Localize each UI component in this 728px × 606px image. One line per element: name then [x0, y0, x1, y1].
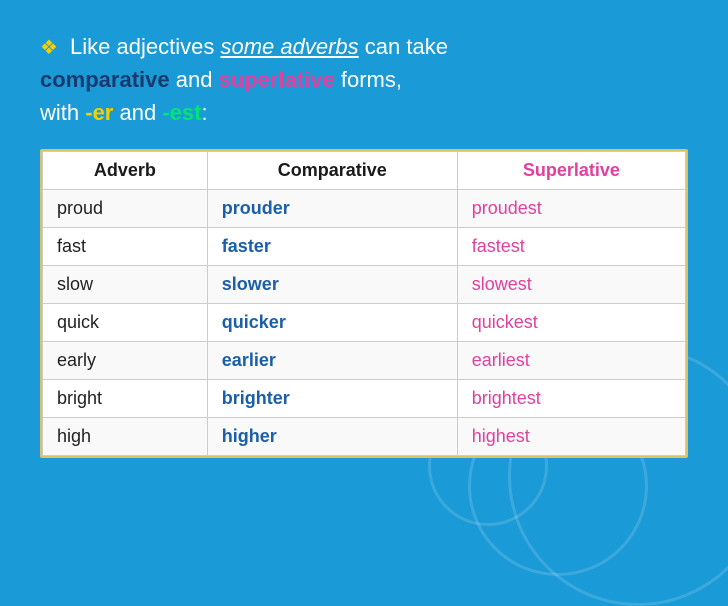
table-row: slowslowerslowest: [43, 266, 686, 304]
intro-est: -est: [162, 100, 201, 125]
table-row: quickquickerquickest: [43, 304, 686, 342]
intro-superlative: superlative: [219, 67, 335, 92]
cell-r2-c1: slower: [207, 266, 457, 304]
cell-r0-c1: prouder: [207, 190, 457, 228]
cell-r1-c1: faster: [207, 228, 457, 266]
cell-r4-c1: earlier: [207, 342, 457, 380]
intro-and2: and: [113, 100, 162, 125]
table-row: brightbrighterbrightest: [43, 380, 686, 418]
cell-r3-c1: quicker: [207, 304, 457, 342]
diamond-icon: ❖: [40, 37, 58, 59]
intro-line1-pre: Like adjectives: [64, 34, 221, 59]
table-row: proudprouderproudest: [43, 190, 686, 228]
intro-adverbs: some adverbs: [220, 34, 358, 59]
header-comparative: Comparative: [207, 152, 457, 190]
adverb-table-wrapper: Adverb Comparative Superlative proudprou…: [40, 149, 688, 458]
cell-r5-c0: bright: [43, 380, 208, 418]
cell-r4-c0: early: [43, 342, 208, 380]
cell-r6-c0: high: [43, 418, 208, 456]
table-row: fastfasterfastest: [43, 228, 686, 266]
intro-er: -er: [85, 100, 113, 125]
intro-comparative: comparative: [40, 67, 170, 92]
intro-line1-post: can take: [359, 34, 448, 59]
cell-r0-c2: proudest: [457, 190, 685, 228]
intro-with: with: [40, 100, 85, 125]
cell-r4-c2: earliest: [457, 342, 685, 380]
cell-r5-c1: brighter: [207, 380, 457, 418]
cell-r1-c2: fastest: [457, 228, 685, 266]
cell-r3-c2: quickest: [457, 304, 685, 342]
cell-r5-c2: brightest: [457, 380, 685, 418]
intro-and1: and: [170, 67, 219, 92]
table-header-row: Adverb Comparative Superlative: [43, 152, 686, 190]
cell-r2-c0: slow: [43, 266, 208, 304]
cell-r6-c1: higher: [207, 418, 457, 456]
cell-r3-c0: quick: [43, 304, 208, 342]
header-superlative: Superlative: [457, 152, 685, 190]
cell-r1-c0: fast: [43, 228, 208, 266]
intro-colon: :: [201, 100, 207, 125]
cell-r2-c2: slowest: [457, 266, 685, 304]
intro-forms: forms,: [335, 67, 402, 92]
table-row: earlyearlierearliest: [43, 342, 686, 380]
intro-paragraph: ❖ Like adjectives some adverbs can take …: [40, 30, 688, 129]
table-body: proudprouderproudestfastfasterfastestslo…: [43, 190, 686, 456]
cell-r0-c0: proud: [43, 190, 208, 228]
cell-r6-c2: highest: [457, 418, 685, 456]
main-content: ❖ Like adjectives some adverbs can take …: [0, 0, 728, 478]
table-row: highhigherhighest: [43, 418, 686, 456]
header-adverb: Adverb: [43, 152, 208, 190]
adverb-table: Adverb Comparative Superlative proudprou…: [42, 151, 686, 456]
